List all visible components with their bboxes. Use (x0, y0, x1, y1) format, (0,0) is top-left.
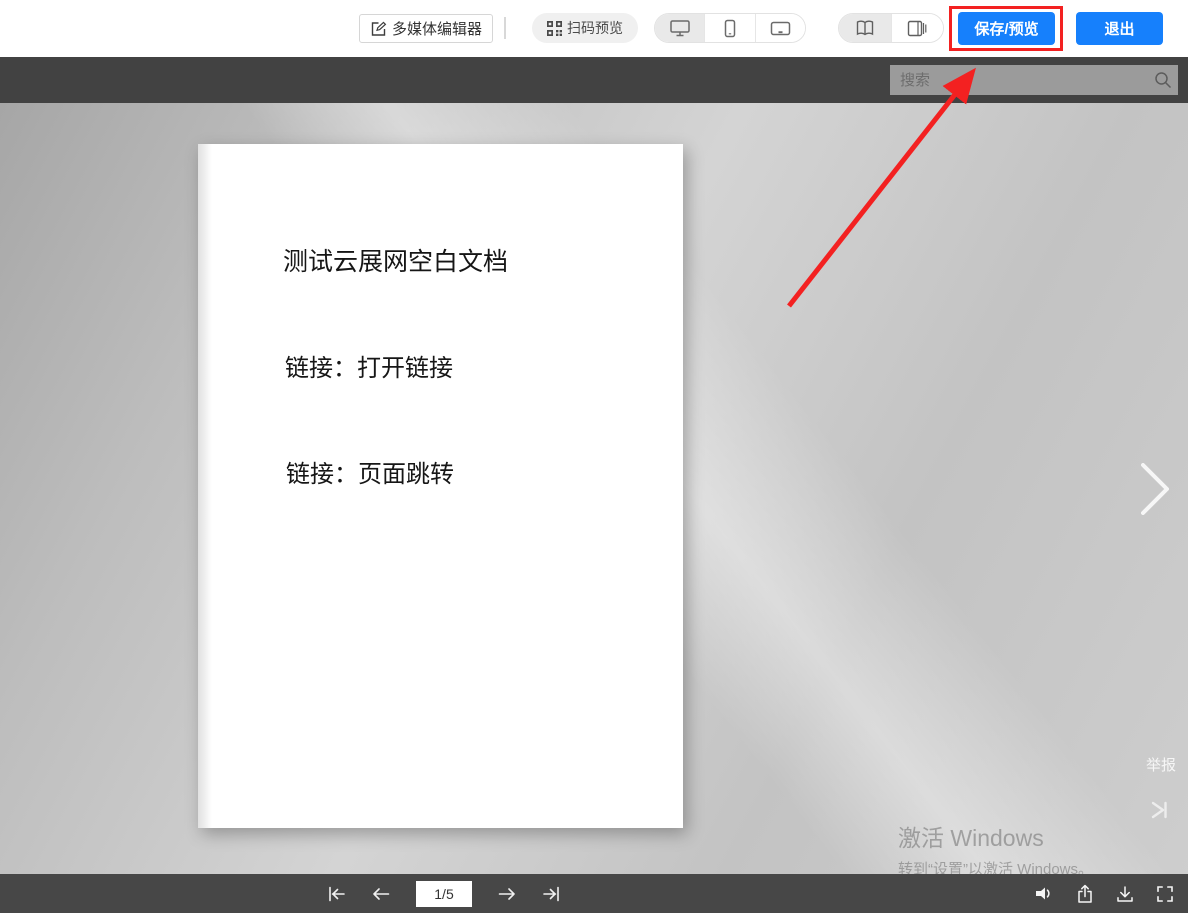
download-button[interactable] (1116, 885, 1134, 903)
fullscreen-button[interactable] (1156, 885, 1174, 903)
report-link[interactable]: 举报 (1146, 754, 1176, 775)
tablet-icon (770, 21, 791, 36)
tablet-preview-button[interactable] (755, 14, 805, 42)
search-input[interactable] (890, 65, 1148, 95)
document-page[interactable]: 测试云展网空白文档 链接：打开链接 链接：页面跳转 (198, 144, 683, 828)
qr-code-icon (547, 21, 562, 36)
next-page-button[interactable] (498, 886, 516, 902)
qr-preview-label: 扫码预览 (567, 18, 623, 38)
toolbar-divider (504, 17, 506, 39)
skip-to-end-icon[interactable] (1146, 797, 1172, 823)
phone-preview-button[interactable] (704, 14, 754, 42)
search-field (890, 65, 1178, 95)
document-link-jump[interactable]: 链接：页面跳转 (286, 454, 454, 489)
device-preview-switcher (654, 13, 806, 43)
download-icon (1116, 885, 1134, 903)
top-toolbar: 多媒体编辑器 扫码预览 (0, 0, 1188, 57)
save-preview-button[interactable]: 保存/预览 (958, 12, 1055, 45)
search-bar (0, 57, 1188, 103)
fullscreen-icon (1156, 885, 1174, 903)
viewer-stage: 测试云展网空白文档 链接：打开链接 链接：页面跳转 举报 激活 Windows … (0, 103, 1188, 913)
open-book-icon (855, 19, 875, 37)
multimedia-editor-label: 多媒体编辑器 (392, 18, 482, 39)
sound-button[interactable] (1035, 885, 1054, 902)
monitor-icon (669, 19, 691, 37)
page-navigation: 1/5 (326, 874, 562, 913)
watermark-line1: 激活 Windows (898, 819, 1093, 853)
multimedia-editor-button[interactable]: 多媒体编辑器 (359, 14, 493, 43)
search-icon[interactable] (1148, 71, 1178, 89)
document-link-open[interactable]: 链接：打开链接 (285, 348, 453, 383)
last-page-button[interactable] (542, 886, 562, 902)
next-page-arrow[interactable] (1138, 460, 1172, 518)
bottom-toolbar: 1/5 (0, 874, 1188, 913)
speaker-icon (1035, 885, 1054, 902)
prev-page-button[interactable] (372, 886, 390, 902)
share-icon (1076, 884, 1094, 904)
single-page-icon (907, 20, 927, 37)
first-page-button[interactable] (326, 886, 346, 902)
double-page-view-button[interactable] (839, 14, 891, 42)
app-window: 多媒体编辑器 扫码预览 (0, 0, 1188, 913)
desktop-preview-button[interactable] (655, 14, 704, 42)
exit-button[interactable]: 退出 (1076, 12, 1163, 45)
page-indicator[interactable]: 1/5 (416, 881, 472, 907)
document-title: 测试云展网空白文档 (283, 242, 508, 278)
activate-windows-watermark: 激活 Windows 转到“设置”以激活 Windows。 (898, 819, 1093, 879)
share-button[interactable] (1076, 884, 1094, 904)
qr-preview-button[interactable]: 扫码预览 (532, 13, 638, 43)
viewer-tools (1035, 874, 1174, 913)
single-page-view-button[interactable] (891, 14, 944, 42)
phone-icon (724, 19, 736, 38)
page-layout-switcher (838, 13, 944, 43)
edit-icon (370, 20, 387, 37)
